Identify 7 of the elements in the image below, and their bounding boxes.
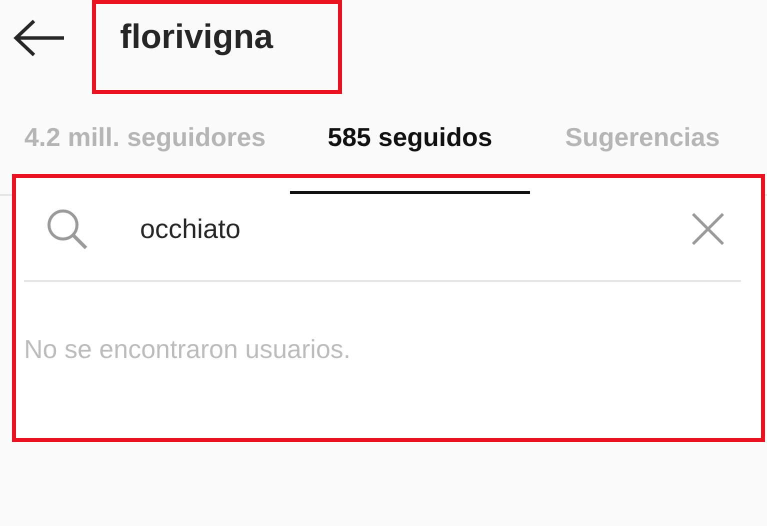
username-title: florivigna (120, 18, 274, 57)
back-arrow-icon[interactable] (12, 18, 66, 58)
empty-message: No se encontraron usuarios. (24, 334, 352, 365)
tab[interactable]: 585 seguidos (290, 122, 530, 194)
search-icon (46, 208, 88, 250)
search-field[interactable]: occhiato (140, 214, 691, 244)
close-icon[interactable] (691, 212, 725, 246)
